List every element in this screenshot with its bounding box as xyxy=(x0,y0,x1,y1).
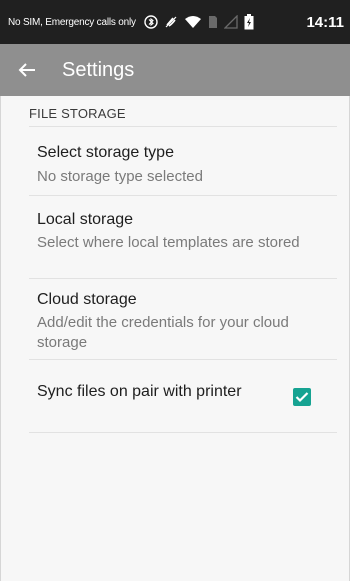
status-bar: No SIM, Emergency calls only 14:11 xyxy=(0,0,350,44)
pref-summary: Select where local templates are stored xyxy=(37,234,300,251)
pref-summary: Add/edit the credentials for your cloud … xyxy=(37,314,289,351)
sync-label: Sync files on pair with printer xyxy=(37,383,242,400)
divider xyxy=(29,432,337,433)
pref-cloud-storage[interactable]: Cloud storage Add/edit the credentials f… xyxy=(1,279,350,359)
settings-list: FILE STORAGE Select storage type No stor… xyxy=(0,96,350,581)
status-time: 14:11 xyxy=(306,13,344,31)
arrow-left-icon[interactable] xyxy=(18,58,42,82)
wifi-icon xyxy=(184,15,202,29)
settings-screen: No SIM, Emergency calls only 14:11 Setti… xyxy=(0,0,350,581)
pref-title: Local storage xyxy=(37,211,134,228)
battery-icon xyxy=(244,14,254,30)
pref-title: Select storage type xyxy=(37,144,174,161)
section-header-file-storage: FILE STORAGE xyxy=(29,106,126,121)
pref-title: Cloud storage xyxy=(37,291,137,308)
app-bar: Settings xyxy=(0,44,350,96)
pref-summary: No storage type selected xyxy=(37,168,203,185)
sim-icon xyxy=(208,15,218,29)
bluetooth-icon xyxy=(144,15,158,29)
carrier-text: No SIM, Emergency calls only xyxy=(8,16,136,28)
mute-icon xyxy=(164,15,178,29)
pref-select-storage-type[interactable]: Select storage type No storage type sele… xyxy=(1,127,350,195)
signal-icon xyxy=(223,15,238,29)
pref-local-storage[interactable]: Local storage Select where local templat… xyxy=(1,196,350,278)
check-icon xyxy=(295,392,309,403)
sync-checkbox[interactable] xyxy=(293,388,311,406)
page-title: Settings xyxy=(62,58,135,81)
status-icons xyxy=(144,14,254,30)
